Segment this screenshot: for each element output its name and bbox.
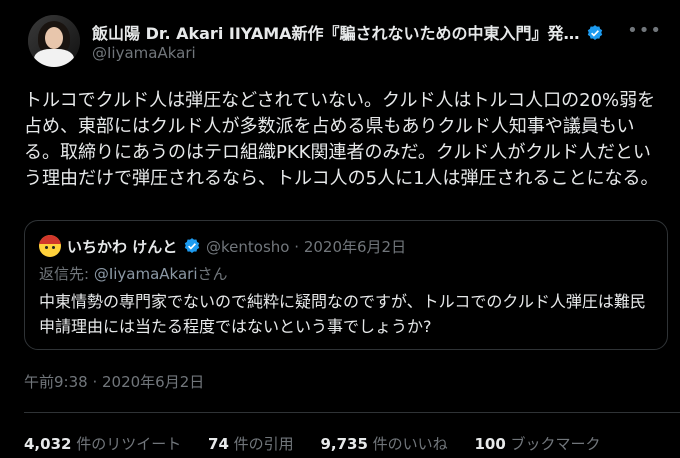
tweet-text: トルコでクルド人は弾圧などされていない。クルド人はトルコ人口の20%弱を占め、東…: [24, 90, 659, 189]
retweets-count[interactable]: 4,032 件のリツイート: [24, 433, 181, 454]
quoted-tweet[interactable]: いちかわ けんと @kentosho · 2020年6月2日 返信先: @Iiy…: [24, 220, 668, 350]
divider: [24, 412, 680, 413]
author-avatar[interactable]: [28, 15, 80, 67]
likes-num: 9,735: [320, 435, 368, 453]
quotes-count[interactable]: 74 件の引用: [208, 433, 294, 454]
quoted-tweet-text: 中東情勢の専門家でないので純粋に疑問なのですが、トルコでのクルド人弾圧は難民申請…: [39, 292, 646, 336]
more-icon[interactable]: •••: [627, 20, 662, 41]
tweet: 飯山陽 Dr. Akari IIYAMA新作『騙されないための中東入門』発… @…: [0, 0, 680, 458]
tweet-stats: 4,032 件のリツイート 74 件の引用 9,735 件のいいね 100 ブッ…: [24, 433, 623, 454]
reply-prefix: 返信先:: [39, 265, 94, 283]
bookmarks-label: ブックマーク: [505, 435, 601, 453]
quoted-reply-to: 返信先: @IiyamaAkariさん: [39, 263, 228, 284]
reply-suffix: さん: [197, 265, 228, 283]
verified-badge-icon: [183, 237, 201, 259]
bookmarks-num: 100: [474, 435, 506, 453]
retweets-label: 件のリツイート: [71, 435, 182, 453]
quoted-separator: ·: [294, 238, 300, 256]
author-name-line: 飯山陽 Dr. Akari IIYAMA新作『騙されないための中東入門』発…: [92, 20, 616, 46]
tweet-timestamp[interactable]: 午前9:38 · 2020年6月2日: [24, 371, 204, 392]
quoted-tweet-header: いちかわ けんと @kentosho · 2020年6月2日: [39, 235, 406, 259]
quotes-num: 74: [208, 435, 229, 453]
likes-label: 件のいいね: [367, 435, 448, 453]
likes-count[interactable]: 9,735 件のいいね: [320, 433, 447, 454]
quoted-author-handle[interactable]: @kentosho: [206, 238, 289, 256]
tweet-header: 飯山陽 Dr. Akari IIYAMA新作『騙されないための中東入門』発… @…: [24, 14, 666, 74]
retweets-num: 4,032: [24, 435, 72, 453]
quoted-date[interactable]: 2020年6月2日: [304, 238, 406, 256]
reply-mention[interactable]: @IiyamaAkari: [94, 265, 198, 283]
quoted-author-avatar[interactable]: [39, 235, 61, 257]
verified-badge-icon: [586, 24, 604, 46]
quotes-label: 件の引用: [228, 435, 294, 453]
quoted-author-name[interactable]: いちかわ けんと: [67, 238, 177, 256]
author-handle[interactable]: @IiyamaAkari: [92, 44, 196, 62]
author-name[interactable]: 飯山陽 Dr. Akari IIYAMA新作『騙されないための中東入門』発…: [92, 24, 580, 43]
bookmarks-count[interactable]: 100 ブックマーク: [474, 433, 600, 454]
